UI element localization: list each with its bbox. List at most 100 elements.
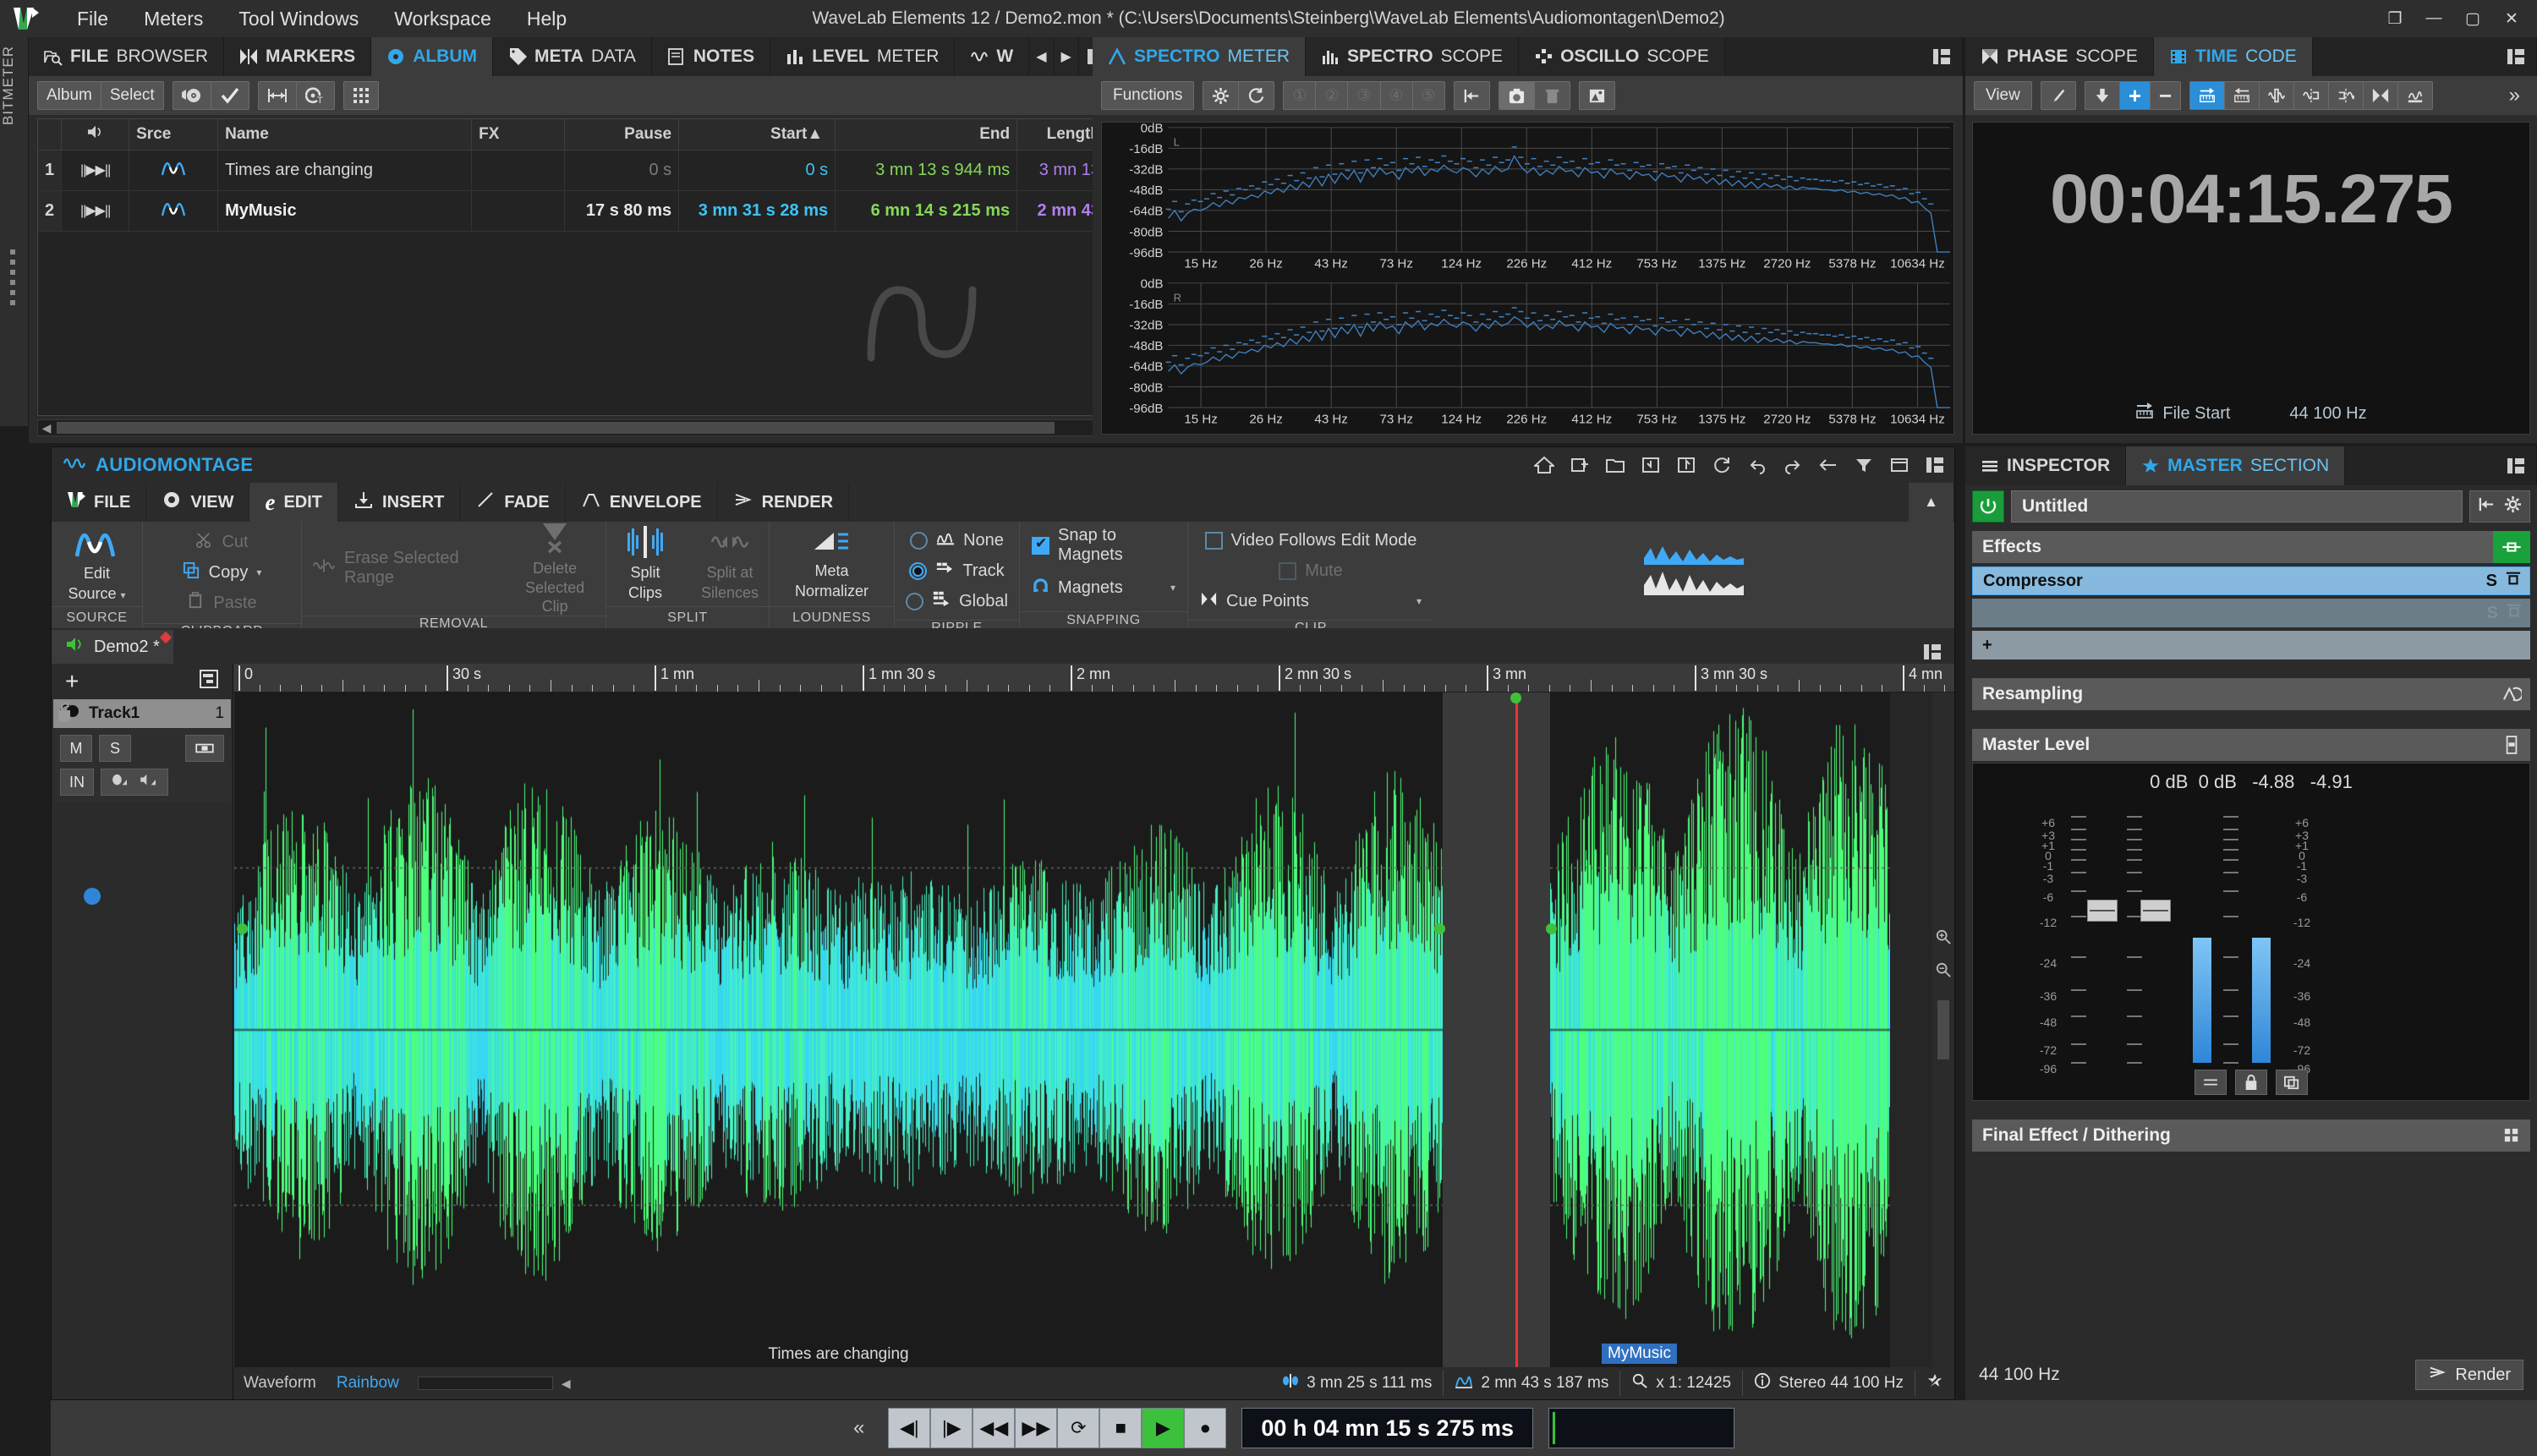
select-button[interactable]: Select — [101, 82, 163, 109]
row-start[interactable]: 0 s — [678, 150, 836, 191]
preset-3[interactable]: ③ — [1348, 82, 1381, 109]
pan-knob-icon[interactable] — [110, 774, 130, 791]
track-header[interactable]: Track1 1 M S IN — [53, 699, 231, 802]
timecode-tab-bar[interactable]: PHASE SCOPE TIME CODE — [1965, 37, 2537, 76]
table-row[interactable]: 2 ||▶▶|| MyMusic 17 s 80 ms 3 mn 31 s 28… — [38, 190, 1108, 232]
tab-phasescope[interactable]: PHASE SCOPE — [1965, 37, 2154, 76]
refresh-icon[interactable] — [1711, 454, 1733, 476]
insert-green-icon[interactable] — [2493, 531, 2530, 563]
montage-status-bar[interactable]: Waveform Rainbow ◀ 3 mn 25 s 111 ms 2 mn… — [233, 1367, 1954, 1399]
cut-button[interactable]: Cut — [195, 527, 249, 557]
preset-4[interactable]: ④ — [1381, 82, 1413, 109]
playback-cursor[interactable] — [1515, 692, 1518, 1367]
track-selection-dot[interactable] — [84, 888, 101, 905]
ribbon-tab-insert[interactable]: INSERT — [338, 483, 461, 522]
master-section-layout-icon[interactable] — [2496, 446, 2537, 485]
transport-time-display[interactable]: 00 h 04 mn 15 s 275 ms — [1241, 1408, 1534, 1448]
maximize-button[interactable]: ▢ — [2454, 3, 2491, 34]
tab-filebrowser[interactable]: FILE BROWSER — [29, 37, 225, 76]
tab-metadata[interactable]: META DATA — [493, 37, 652, 76]
chevron-down-icon[interactable]: ▾ — [1170, 582, 1175, 594]
ribbon-tab-bar[interactable]: FILE VIEW e EDIT INSERT FADE ENVELOPE RE… — [52, 483, 1954, 522]
delete-selected-clip-button[interactable]: Delete Selected Clip — [514, 522, 595, 616]
track-pan-volume[interactable] — [101, 769, 168, 796]
spectrometer-tab-bar[interactable]: SPECTRO METER SPECTRO SCOPE OSCILLO SCOPE — [1093, 37, 1963, 76]
left-edge-icon[interactable] — [2294, 82, 2330, 109]
radio-global[interactable] — [906, 592, 924, 610]
edit-source-button[interactable]: Edit Source ▾ — [63, 525, 131, 603]
tab-album[interactable]: ALBUM — [371, 37, 494, 76]
album-toolbar[interactable]: Album Select T — [29, 76, 1117, 115]
filter-icon[interactable] — [1853, 454, 1875, 476]
functions-button[interactable]: Functions — [1101, 81, 1195, 110]
menu-bar[interactable]: File Meters Tool Windows Workspace Help — [59, 4, 584, 34]
effect-slot-controls[interactable]: S — [2487, 603, 2522, 623]
preset-5[interactable]: ⑤ — [1413, 82, 1444, 109]
spectrometer-toolbar[interactable]: Functions ① ② ③ ④ ⑤ — [1093, 76, 1963, 115]
row-end[interactable]: 6 mn 14 s 215 ms — [835, 190, 1018, 232]
timecode-display[interactable]: 00:04:15.275 File Start 44 100 Hz — [1972, 122, 2530, 435]
track-mute-button[interactable]: M — [60, 735, 92, 762]
fader-icon[interactable] — [2493, 729, 2530, 761]
tab-spectrometer[interactable]: SPECTRO METER — [1093, 37, 1307, 76]
transport-progress-bar[interactable] — [1548, 1408, 1735, 1448]
tab-levelmeter[interactable]: LEVEL METER — [770, 37, 956, 76]
menu-help[interactable]: Help — [509, 4, 584, 34]
row-playmode[interactable]: ||▶▶|| — [61, 150, 130, 191]
horizontal-scrollbar[interactable] — [417, 1377, 553, 1390]
timecode-nav-group[interactable] — [2189, 81, 2434, 110]
tab-mastersection[interactable]: MASTER SECTION — [2126, 446, 2346, 485]
solo-icon[interactable]: S — [2487, 604, 2498, 623]
timecode-overflow-button[interactable]: » — [2509, 84, 2529, 107]
window-buttons[interactable]: ❐ — ▢ ✕ — [2376, 0, 2530, 37]
waveform-area[interactable]: 0 30 s1 mn 1 mn 30 s2 mn 2 mn 30 s3 mn 3 mn … — [233, 664, 1954, 1399]
ripple-track-option[interactable]: Track — [909, 556, 1005, 586]
cue-points-dropdown[interactable]: Cue Points ▾ — [1200, 586, 1422, 616]
scrollbar-thumb[interactable] — [57, 422, 1055, 434]
audiomontage-header-icons[interactable] — [1533, 447, 1946, 483]
gear-icon[interactable] — [2504, 495, 2522, 517]
tab-notes[interactable]: NOTES — [651, 37, 771, 76]
view-mode-waveform[interactable]: Waveform — [233, 1371, 326, 1395]
plus-icon[interactable]: + — [2119, 82, 2151, 109]
transport-collapse-button[interactable]: « — [853, 1416, 864, 1440]
solo-icon[interactable]: S — [2486, 572, 2497, 591]
menu-file[interactable]: File — [59, 4, 126, 34]
row-fx[interactable] — [471, 190, 566, 232]
transport-record[interactable]: ● — [1184, 1408, 1227, 1448]
cd-render-icon[interactable] — [173, 82, 211, 109]
grid-icon[interactable] — [344, 82, 378, 109]
album-button[interactable]: Album — [38, 82, 101, 109]
effect-slot-controls[interactable]: S — [2486, 571, 2521, 591]
link-icon[interactable] — [2195, 1070, 2227, 1095]
table-row[interactable]: 1 ||▶▶|| Times are changing 0 s 0 s 3 mn… — [38, 150, 1108, 191]
trash-icon[interactable] — [1535, 82, 1570, 109]
spectrometer-layout-icon[interactable] — [1921, 37, 1963, 76]
checkbox-snap-to-magnets[interactable] — [1032, 535, 1049, 555]
status-info[interactable]: Stereo 44 100 Hz — [1743, 1371, 1915, 1396]
status-selection[interactable]: 3 mn 25 s 111 ms — [1271, 1371, 1444, 1396]
track-solo-button[interactable]: S — [99, 735, 131, 762]
spectrometer-presets[interactable]: ① ② ③ ④ ⑤ — [1283, 81, 1445, 110]
fader-left[interactable] — [2087, 900, 2118, 922]
ruler-start-icon[interactable] — [2190, 82, 2226, 109]
row-name[interactable]: Times are changing — [217, 150, 473, 191]
tab-inspector[interactable]: INSPECTOR — [1965, 446, 2127, 485]
ribbon-tab-view[interactable]: VIEW — [146, 483, 250, 522]
menu-tool-windows[interactable]: Tool Windows — [221, 4, 376, 34]
menu-meters[interactable]: Meters — [126, 4, 221, 34]
timecode-layout-icon[interactable] — [2496, 37, 2537, 76]
bypass-icon[interactable] — [2507, 603, 2522, 623]
spectrometer-reset-peak-group[interactable] — [1453, 81, 1490, 110]
radio-track[interactable] — [909, 561, 928, 580]
copy-icon[interactable] — [2276, 1070, 2308, 1095]
tab-timecode[interactable]: TIME CODE — [2153, 37, 2313, 76]
image-icon[interactable] — [1580, 82, 1614, 109]
clip-times-are-changing[interactable]: Times are changing — [233, 692, 1444, 1367]
track-title-bar[interactable]: Track1 1 — [53, 699, 231, 728]
th-srce[interactable]: Srce — [129, 119, 219, 151]
ribbon-tab-fade[interactable]: FADE — [460, 483, 566, 522]
transport-fast-forward[interactable]: ▶▶ — [1015, 1408, 1058, 1448]
right-edge-icon[interactable] — [2329, 82, 2364, 109]
minus-icon[interactable]: − — [2151, 82, 2180, 109]
